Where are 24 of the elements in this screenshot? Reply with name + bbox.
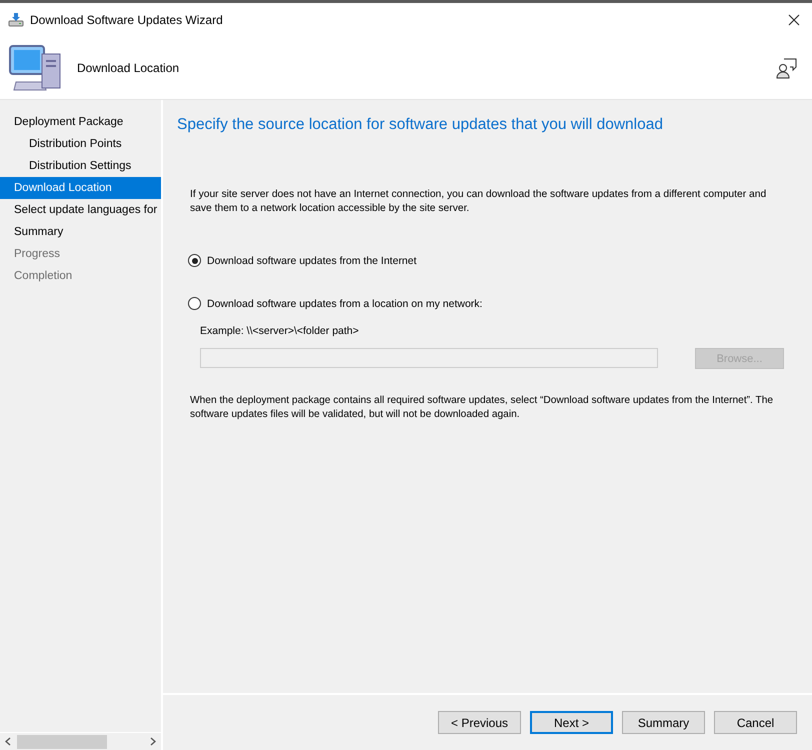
nav-item[interactable]: Deployment Package <box>0 111 161 133</box>
page-title: Download Location <box>77 60 180 74</box>
radio-option[interactable]: Download software updates from the Internet <box>188 254 417 267</box>
page-heading: Specify the source location for software updates that you will download <box>177 116 664 134</box>
scroll-left-icon[interactable] <box>5 737 12 746</box>
nav-item[interactable]: Download Location <box>0 177 161 199</box>
scroll-thumb[interactable] <box>17 734 107 748</box>
example-text: Example: \\<server>\<folder path> <box>200 325 360 337</box>
window-title: Download Software Updates Wizard <box>30 12 223 26</box>
download-drive-icon <box>8 12 24 28</box>
note-text: When the deployment package contains all required software updates, select “Download software updates from the Internet”. The software updates files will be validated, but will not be downloaded again. <box>190 394 774 422</box>
nav-item[interactable]: Select update languages for <box>0 199 161 221</box>
wizard-button[interactable]: Summary <box>622 711 705 734</box>
person-chat-icon[interactable] <box>776 56 798 78</box>
wizard-button[interactable]: Next > <box>530 711 613 734</box>
wizard-button[interactable]: < Previous <box>438 711 521 734</box>
nav-item[interactable]: Summary <box>0 221 161 243</box>
nav-item[interactable]: Distribution Settings <box>0 155 161 177</box>
close-icon[interactable] <box>788 14 800 26</box>
nav-item[interactable]: Distribution Points <box>0 133 161 155</box>
radio-option[interactable]: Download software updates from a location on my network: <box>188 297 482 310</box>
wizard-button[interactable]: Cancel <box>714 711 797 734</box>
intro-text: If your site server does not have an Internet connection, you can download the software updates from a different computer and save them to a network location accessible by the site server. <box>190 188 768 216</box>
scroll-right-icon[interactable] <box>149 737 156 746</box>
